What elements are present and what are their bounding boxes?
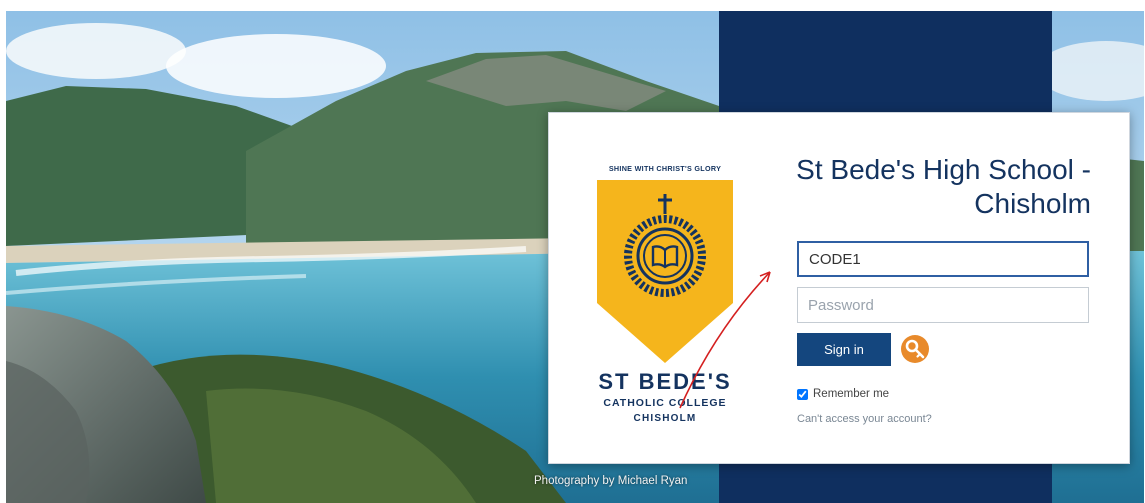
logo-motto: SHINE WITH CHRIST'S GLORY — [609, 164, 721, 173]
school-title-line2: Chisholm — [974, 188, 1091, 219]
username-input[interactable] — [797, 241, 1089, 277]
remember-me-label: Remember me — [813, 388, 890, 400]
logo-name-line2: CATHOLIC COLLEGE — [603, 397, 726, 409]
login-card: SHINE WITH CHRIST'S GLORY ST BEDE'S CATH… — [548, 112, 1130, 464]
school-title-line1: St Bede's High School - — [796, 154, 1091, 185]
school-title: St Bede's High School - Chisholm — [751, 153, 1091, 221]
password-input[interactable] — [797, 287, 1089, 323]
key-icon[interactable] — [901, 335, 929, 363]
remember-me-checkbox[interactable] — [797, 388, 808, 400]
school-crest-logo: SHINE WITH CHRIST'S GLORY ST BEDE'S CATH… — [597, 164, 733, 424]
key-icon-glyph — [905, 339, 925, 359]
sign-in-button[interactable]: Sign in — [797, 333, 891, 366]
cant-access-link[interactable]: Can't access your account? — [797, 413, 932, 425]
photo-credit: Photography by Michael Ryan — [534, 475, 688, 487]
remember-me[interactable]: Remember me — [797, 388, 889, 400]
logo-name-line1: ST BEDE'S — [598, 369, 731, 394]
logo-name-line3: CHISHOLM — [634, 413, 697, 424]
